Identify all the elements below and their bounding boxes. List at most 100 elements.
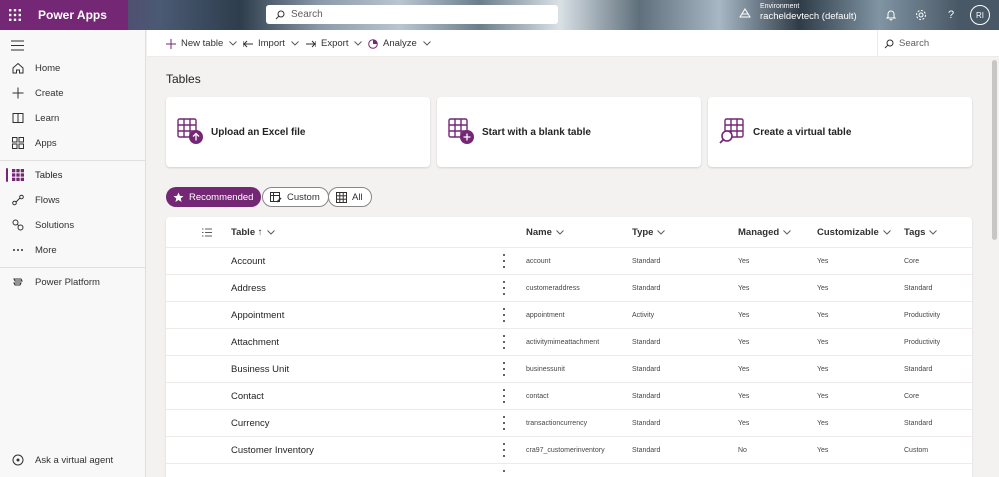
row-more-actions-button[interactable] [501, 443, 507, 457]
app-title[interactable]: Power Apps [38, 8, 107, 22]
table-row[interactable]: Account account Standard Yes Yes Core [166, 248, 972, 275]
cell-type: Standard [632, 284, 661, 292]
global-search-input[interactable]: Search [266, 5, 558, 24]
cell-table[interactable]: Account [231, 248, 265, 274]
cell-tags: Core [904, 392, 920, 400]
column-header-type[interactable]: Type [632, 217, 666, 248]
table-row[interactable]: Business Unit businessunit Standard Yes … [166, 356, 972, 383]
upload-excel-card[interactable]: Upload an Excel file [166, 97, 430, 167]
column-header-tags[interactable]: Tags [904, 217, 938, 248]
export-button[interactable]: Export [306, 30, 363, 57]
nav-item-power-platform[interactable]: Power Platform [0, 270, 145, 294]
cell-customizable: Yes [817, 419, 829, 427]
custom-table-icon [270, 191, 282, 203]
chevron-down-icon [783, 230, 792, 235]
cell-customizable: Yes [817, 446, 829, 454]
column-header-table[interactable]: Table ↑ [231, 217, 275, 248]
cell-customizable: Yes [817, 365, 829, 373]
chevron-down-icon [556, 230, 564, 235]
cell-table[interactable]: Contact [231, 383, 264, 409]
cell-type: Standard [632, 446, 661, 454]
column-header-label: Tags [904, 227, 926, 238]
cell-type: Standard [632, 338, 661, 346]
filter-all[interactable]: All [328, 187, 372, 207]
notifications-button[interactable] [884, 8, 898, 22]
table-search-box[interactable]: Search [884, 30, 929, 57]
table-row[interactable]: Address customeraddress Standard Yes Yes… [166, 275, 972, 302]
table-row[interactable]: Currency transactioncurrency Standard Ye… [166, 410, 972, 437]
cell-type: Activity [632, 311, 655, 319]
settings-button[interactable] [914, 8, 928, 22]
virtual-table-card[interactable]: Create a virtual table [708, 97, 972, 167]
cell-table[interactable]: Business Unit [231, 356, 289, 382]
table-row[interactable]: Contact contact Standard Yes Yes Core [166, 383, 972, 410]
filter-recommended[interactable]: Recommended [166, 187, 262, 207]
nav-item-label: Home [35, 62, 61, 74]
ask-virtual-agent-button[interactable]: Ask a virtual agent [0, 448, 145, 472]
cell-table[interactable]: Attachment [231, 329, 279, 355]
nav-item-create[interactable]: Create [0, 81, 145, 105]
table-row[interactable]: Appointment appointment Activity Yes Yes… [166, 302, 972, 329]
cell-managed: Yes [738, 311, 750, 319]
plus-icon [11, 86, 25, 100]
nav-item-more[interactable]: More [0, 238, 145, 262]
row-more-actions-button[interactable] [501, 389, 507, 403]
cell-table[interactable]: Appointment [231, 302, 284, 328]
app-launcher-button[interactable] [0, 0, 30, 30]
filter-custom[interactable]: Custom [262, 187, 329, 207]
cell-managed: Yes [738, 419, 750, 427]
column-header-managed[interactable]: Managed [738, 217, 792, 248]
chevron-down-icon [291, 41, 299, 46]
column-header-name[interactable]: Name [526, 217, 564, 248]
row-more-actions-button[interactable] [501, 416, 507, 430]
cell-tags: Core [904, 257, 920, 265]
cell-table[interactable]: Currency [231, 410, 270, 436]
table-row[interactable]: Customer Inventory cra97_customerinvento… [166, 437, 972, 464]
user-avatar[interactable]: RI [970, 5, 990, 25]
cell-table[interactable]: Customer Inventory [231, 437, 314, 463]
cell-name: customeraddress [526, 284, 580, 292]
row-more-actions-button[interactable] [501, 362, 507, 376]
tables-grid: Table ↑ Name Type Managed Customizable T… [166, 217, 972, 477]
question-mark-icon: ? [947, 9, 955, 21]
nav-item-tables[interactable]: Tables [0, 163, 145, 187]
column-options-button[interactable] [202, 217, 212, 248]
cell-managed: Yes [738, 257, 750, 265]
cell-type: Standard [632, 419, 661, 427]
new-table-button[interactable]: New table [166, 30, 238, 57]
row-more-actions-button[interactable] [501, 335, 507, 349]
nav-item-apps[interactable]: Apps [0, 131, 145, 155]
blank-table-card[interactable]: Start with a blank table [437, 97, 701, 167]
nav-item-learn[interactable]: Learn [0, 106, 145, 130]
environment-picker[interactable]: Environment racheldevtech (default) [739, 3, 857, 22]
cell-table[interactable]: Address [231, 275, 266, 301]
help-button[interactable]: ? [944, 8, 958, 22]
row-more-actions-button[interactable] [501, 470, 507, 476]
virtual-table-icon [719, 118, 744, 144]
scrollbar-thumb[interactable] [992, 60, 997, 240]
cell-name: transactioncurrency [526, 419, 588, 427]
list-options-icon [202, 228, 212, 237]
export-label: Export [321, 38, 349, 49]
row-more-actions-button[interactable] [501, 254, 507, 268]
collapse-nav-button[interactable] [11, 38, 24, 56]
column-header-customizable[interactable]: Customizable [817, 217, 891, 248]
row-more-actions-button[interactable] [501, 281, 507, 295]
filter-label: Custom [287, 191, 320, 203]
cell-name: account [526, 257, 551, 265]
nav-item-flows[interactable]: Flows [0, 188, 145, 212]
import-button[interactable]: Import [243, 30, 299, 57]
analyze-label: Analyze [383, 38, 417, 49]
cell-tags: Standard [904, 419, 933, 427]
cell-managed: Yes [738, 338, 750, 346]
environment-name: racheldevtech (default) [760, 11, 857, 22]
nav-item-label: More [35, 244, 57, 256]
row-more-actions-button[interactable] [501, 308, 507, 322]
nav-item-solutions[interactable]: Solutions [0, 213, 145, 237]
chevron-down-icon [354, 41, 363, 46]
analyze-button[interactable]: Analyze [368, 30, 431, 57]
table-row-partial [166, 464, 972, 477]
nav-item-home[interactable]: Home [0, 56, 145, 80]
table-row[interactable]: Attachment activitymimeattachment Standa… [166, 329, 972, 356]
cell-customizable: Yes [817, 284, 829, 292]
